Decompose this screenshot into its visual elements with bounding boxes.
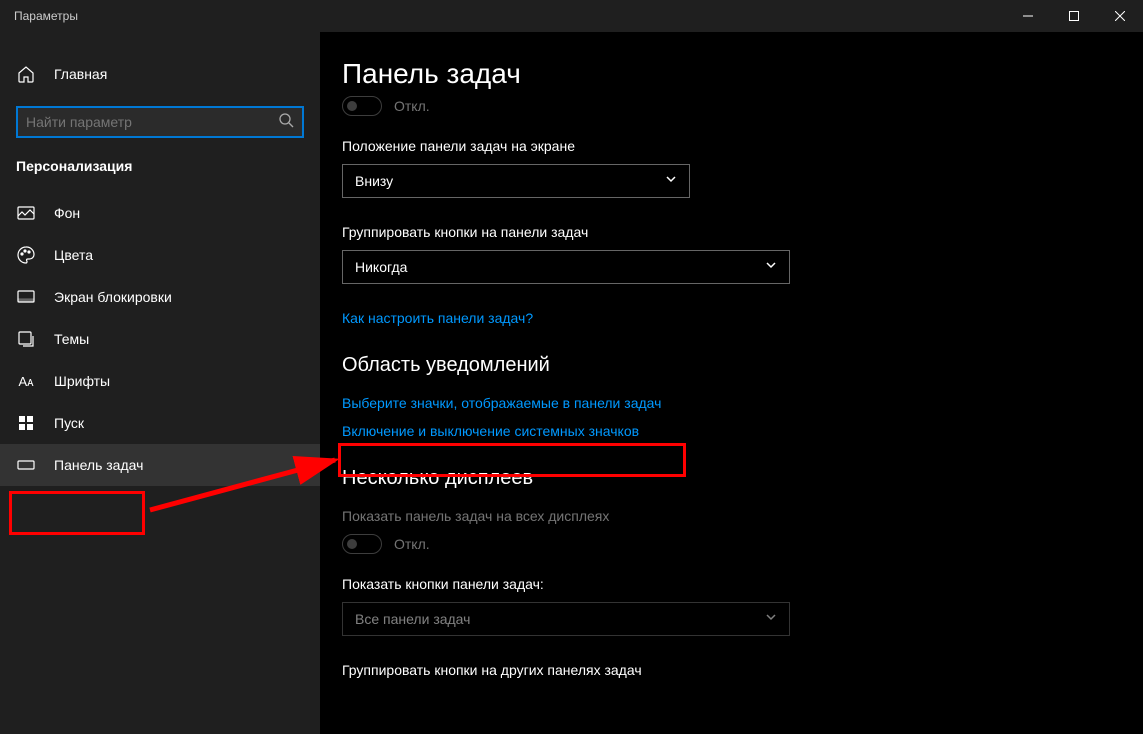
fonts-icon: Aᴀ — [16, 371, 36, 391]
sidebar-item-label: Панель задач — [54, 457, 143, 473]
toggle-switch[interactable] — [342, 96, 382, 116]
sidebar-item-taskbar[interactable]: Панель задач — [0, 444, 320, 486]
chevron-down-icon — [765, 258, 777, 276]
system-icons-link[interactable]: Включение и выключение системных значков — [342, 423, 1103, 439]
sidebar: Главная Персонализация Фон Цвета — [0, 32, 320, 734]
page-title: Панель задач — [342, 58, 1103, 90]
toggle-row-2: Откл. — [342, 534, 1103, 554]
search-input[interactable] — [26, 114, 278, 130]
sidebar-item-colors[interactable]: Цвета — [0, 234, 320, 276]
palette-icon — [16, 245, 36, 265]
start-icon — [16, 413, 36, 433]
content-area: Панель задач Откл. Положение панели зада… — [320, 32, 1143, 734]
close-button[interactable] — [1097, 0, 1143, 32]
chevron-down-icon — [665, 172, 677, 190]
search-icon — [278, 112, 294, 133]
sidebar-item-label: Фон — [54, 205, 80, 221]
minimize-button[interactable] — [1005, 0, 1051, 32]
sidebar-item-start[interactable]: Пуск — [0, 402, 320, 444]
sidebar-item-lockscreen[interactable]: Экран блокировки — [0, 276, 320, 318]
position-label: Положение панели задач на экране — [342, 138, 1103, 154]
search-box[interactable] — [16, 106, 304, 138]
lockscreen-icon — [16, 287, 36, 307]
multi-show-label: Показать панель задач на всех дисплеях — [342, 508, 1103, 524]
sidebar-item-themes[interactable]: Темы — [0, 318, 320, 360]
position-dropdown[interactable]: Внизу — [342, 164, 690, 198]
multi-buttons-dropdown[interactable]: Все панели задач — [342, 602, 790, 636]
nav-home-label: Главная — [54, 66, 107, 82]
window-title: Параметры — [14, 9, 1005, 23]
sidebar-item-fonts[interactable]: Aᴀ Шрифты — [0, 360, 320, 402]
themes-icon — [16, 329, 36, 349]
group-dropdown[interactable]: Никогда — [342, 250, 790, 284]
home-icon — [16, 64, 36, 84]
taskbar-icon — [16, 455, 36, 475]
group-label: Группировать кнопки на панели задач — [342, 224, 1103, 240]
sidebar-item-label: Шрифты — [54, 373, 110, 389]
titlebar: Параметры — [0, 0, 1143, 32]
dropdown-value: Внизу — [355, 173, 665, 189]
notification-area-title: Область уведомлений — [342, 354, 1103, 377]
maximize-button[interactable] — [1051, 0, 1097, 32]
chevron-down-icon — [765, 610, 777, 628]
category-title: Персонализация — [0, 158, 320, 192]
multi-group-label: Группировать кнопки на других панелях за… — [342, 662, 1103, 678]
sidebar-item-background[interactable]: Фон — [0, 192, 320, 234]
multi-displays-title: Несколько дисплеев — [342, 467, 1103, 490]
sidebar-item-label: Пуск — [54, 415, 84, 431]
sidebar-item-label: Цвета — [54, 247, 93, 263]
toggle-label: Откл. — [394, 98, 430, 114]
toggle-switch[interactable] — [342, 534, 382, 554]
sidebar-item-label: Темы — [54, 331, 89, 347]
nav-home[interactable]: Главная — [0, 56, 320, 92]
window-controls — [1005, 0, 1143, 32]
dropdown-value: Все панели задач — [355, 611, 765, 627]
dropdown-value: Никогда — [355, 259, 765, 275]
toggle-row-1: Откл. — [342, 96, 1103, 116]
toggle-label: Откл. — [394, 536, 430, 552]
select-icons-link[interactable]: Выберите значки, отображаемые в панели з… — [342, 395, 1103, 411]
picture-icon — [16, 203, 36, 223]
multi-buttons-label: Показать кнопки панели задач: — [342, 576, 1103, 592]
help-link[interactable]: Как настроить панели задач? — [342, 310, 1103, 326]
sidebar-item-label: Экран блокировки — [54, 289, 172, 305]
